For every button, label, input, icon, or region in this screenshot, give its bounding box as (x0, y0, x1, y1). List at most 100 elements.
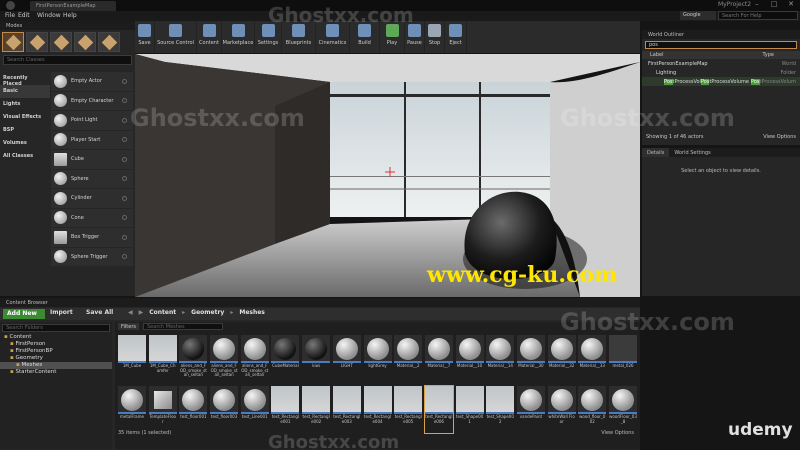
search-assets-input[interactable]: Search Meshes (143, 323, 223, 330)
world-outliner-tab[interactable]: World Outliner (642, 30, 800, 39)
asset-tile[interactable]: aliens_and_FOD_smoke_stan_seltan (240, 335, 269, 382)
placeable-item[interactable]: Player Start (51, 131, 133, 150)
outliner-view-options[interactable]: View Options (763, 134, 796, 141)
search-classes-input[interactable]: Search Classes (3, 55, 132, 65)
path-meshes[interactable]: Meshes (239, 309, 265, 316)
play-button[interactable]: Play (380, 21, 405, 53)
placeable-item[interactable]: Cube (51, 150, 133, 170)
landscape-mode-icon[interactable] (50, 32, 72, 52)
modes-tab[interactable]: Modes (0, 21, 135, 30)
maximize-icon[interactable]: □ (767, 0, 781, 9)
menu-window[interactable]: Window (37, 12, 61, 19)
menu-edit[interactable]: Edit (18, 12, 30, 19)
placeable-item[interactable]: Cylinder (51, 189, 133, 209)
asset-tile[interactable]: test_Shape002 (486, 386, 515, 433)
back-arrow-icon[interactable]: ◀ (128, 309, 133, 316)
viewport-scene[interactable] (135, 54, 640, 297)
tab-world-settings[interactable]: World Settings (669, 148, 715, 157)
asset-tile[interactable]: TemplateFloor (148, 386, 177, 433)
asset-tile[interactable]: kiwi (302, 335, 331, 382)
outliner-row[interactable]: PostProcessVolPostProcessVolume PostProce… (642, 77, 800, 86)
foliage-mode-icon[interactable] (74, 32, 96, 52)
source-control-button[interactable]: Source Control (155, 21, 197, 53)
asset-tile[interactable]: Material__30 (516, 335, 545, 382)
label-column-header[interactable]: Label (650, 52, 664, 58)
asset-tile[interactable]: whiteWall Floor (547, 386, 576, 433)
asset-tile[interactable]: CubeMaterial (271, 335, 300, 382)
category-item[interactable]: Recently Placed (0, 72, 50, 87)
content-browser-tab[interactable]: Content Browser (0, 298, 640, 307)
folder-item[interactable]: ▪ Meshes (0, 362, 112, 369)
placeable-item[interactable]: Empty Actor (51, 72, 133, 92)
asset-tile[interactable]: test_floor001 (179, 386, 208, 433)
cb-view-options[interactable]: View Options (601, 430, 634, 436)
save-button[interactable]: Save (135, 21, 155, 53)
placeable-item[interactable]: Empty Character (51, 92, 133, 111)
asset-tile[interactable]: Material__32 (547, 335, 576, 382)
asset-tile[interactable]: Material__2 (394, 335, 423, 382)
category-item[interactable]: Volumes (0, 137, 50, 150)
info-icon[interactable] (122, 98, 127, 104)
category-item[interactable]: BSP (0, 124, 50, 137)
info-icon[interactable] (122, 195, 127, 201)
stop-button[interactable]: Stop (425, 21, 445, 53)
asset-tile[interactable]: aliens_and_FOD_smoke_stan_seltan (210, 335, 239, 382)
asset-tile[interactable]: lightGrey (363, 335, 392, 382)
minimize-icon[interactable]: – (750, 0, 764, 9)
info-icon[interactable] (122, 234, 127, 240)
folder-item[interactable]: ▪ FirstPersonBP (0, 348, 112, 355)
marketplace-button[interactable]: Marketplace (222, 21, 255, 53)
asset-tile[interactable]: test_floor003 (210, 386, 239, 433)
outliner-row[interactable]: Lighting Folder (642, 68, 800, 77)
info-icon[interactable] (122, 117, 127, 123)
placeable-item[interactable]: Box Trigger (51, 228, 133, 248)
asset-tile[interactable]: test_Rectangle003 (332, 386, 361, 433)
forward-arrow-icon[interactable]: ▶ (139, 309, 144, 316)
placeable-item[interactable]: Cone (51, 209, 133, 228)
close-icon[interactable]: ✕ (784, 0, 798, 9)
asset-tile[interactable]: Material__10 (455, 335, 484, 382)
placeable-item[interactable]: Sphere (51, 170, 133, 189)
category-item[interactable]: Visual Effects (0, 111, 50, 124)
info-icon[interactable] (122, 137, 127, 143)
asset-tile[interactable]: test_Rectangle001 (271, 386, 300, 433)
content-button[interactable]: Content (197, 21, 222, 53)
asset-tile[interactable]: Material__7 (424, 335, 453, 382)
folder-item[interactable]: ▪ FirstPerson (0, 341, 112, 348)
blueprints-button[interactable]: Blueprints (282, 21, 316, 53)
path-content[interactable]: Content (149, 309, 176, 316)
outliner-row[interactable]: FirstPersonExampleMap World (642, 59, 800, 68)
asset-tile[interactable]: LIGHT (332, 335, 361, 382)
asset-tile[interactable]: test_Rectangle004 (363, 386, 392, 433)
tab-details[interactable]: Details (642, 148, 670, 157)
asset-tile[interactable]: aliens_and_FOD_smoke_stan_seltan (179, 335, 208, 382)
info-icon[interactable] (122, 156, 127, 162)
info-icon[interactable] (122, 215, 127, 221)
folder-item[interactable]: ▪ StarterContent (0, 369, 112, 376)
placeable-item[interactable]: Point Light (51, 111, 133, 131)
search-folders-input[interactable]: Search Folders (2, 324, 110, 332)
asset-tile[interactable]: test_Rectangle005 (394, 386, 423, 433)
cinematics-button[interactable]: Cinematics (316, 21, 350, 53)
category-item[interactable]: Lights (0, 98, 50, 111)
import-button[interactable]: Import (50, 309, 73, 316)
asset-tile[interactable]: test_Rectangle006 (423, 385, 454, 434)
path-geometry[interactable]: Geometry (191, 309, 224, 316)
category-item[interactable]: All Classes (0, 150, 50, 163)
info-icon[interactable] (122, 254, 127, 260)
filters-button[interactable]: Filters (118, 323, 139, 330)
asset-tile[interactable]: 1M_Cube (118, 335, 146, 382)
folder-item[interactable]: ▪ Geometry (0, 355, 112, 362)
help-search-input[interactable]: Search For Help (718, 11, 798, 20)
menu-file[interactable]: File (5, 12, 15, 19)
asset-tile[interactable]: metalFrame (118, 386, 146, 433)
placeable-item[interactable]: Sphere Trigger (51, 248, 133, 267)
outliner-search-input[interactable]: pos (645, 41, 797, 49)
level-tab[interactable]: FirstPersonExampleMap (30, 1, 116, 11)
type-column-header[interactable]: Type (763, 52, 774, 58)
asset-tile[interactable]: test_Shape001 (455, 386, 484, 433)
paint-mode-icon[interactable] (26, 32, 48, 52)
pause-button[interactable]: Pause (405, 21, 425, 53)
asset-tile[interactable]: metal_026 (609, 335, 637, 382)
add-new-button[interactable]: Add New (3, 309, 45, 319)
